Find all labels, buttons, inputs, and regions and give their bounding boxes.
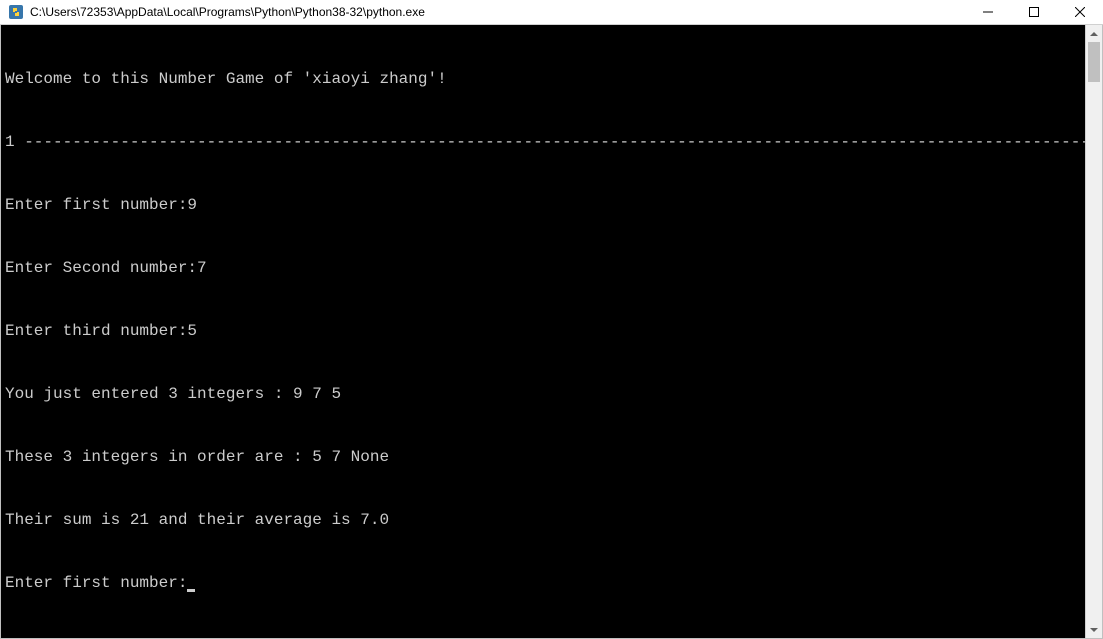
minimize-button[interactable]: [965, 0, 1011, 24]
console-line: Welcome to this Number Game of 'xiaoyi z…: [5, 69, 1081, 90]
console-line: Enter first number:9: [5, 195, 1081, 216]
console-area: Welcome to this Number Game of 'xiaoyi z…: [0, 25, 1103, 639]
console-line: Enter third number:5: [5, 321, 1081, 342]
window-title: C:\Users\72353\AppData\Local\Programs\Py…: [30, 5, 425, 19]
console-line: Their sum is 21 and their average is 7.0: [5, 510, 1081, 531]
scrollbar-track[interactable]: [1086, 42, 1102, 621]
console-prompt-text: Enter first number:: [5, 574, 187, 592]
maximize-button[interactable]: [1011, 0, 1057, 24]
scrollbar-down-arrow[interactable]: [1086, 621, 1102, 638]
console-line: You just entered 3 integers : 9 7 5: [5, 384, 1081, 405]
cursor: [187, 589, 195, 592]
titlebar-left: C:\Users\72353\AppData\Local\Programs\Py…: [0, 4, 425, 20]
console-content[interactable]: Welcome to this Number Game of 'xiaoyi z…: [1, 25, 1085, 638]
console-line: These 3 integers in order are : 5 7 None: [5, 447, 1081, 468]
console-line: 1 --------------------------------------…: [5, 132, 1081, 153]
python-icon: [8, 4, 24, 20]
close-button[interactable]: [1057, 0, 1103, 24]
scrollbar[interactable]: [1085, 25, 1102, 638]
scrollbar-up-arrow[interactable]: [1086, 25, 1102, 42]
console-prompt-line: Enter first number:: [5, 573, 1081, 594]
window-controls: [965, 0, 1103, 24]
titlebar[interactable]: C:\Users\72353\AppData\Local\Programs\Py…: [0, 0, 1103, 25]
console-line: Enter Second number:7: [5, 258, 1081, 279]
scrollbar-thumb[interactable]: [1088, 42, 1100, 82]
